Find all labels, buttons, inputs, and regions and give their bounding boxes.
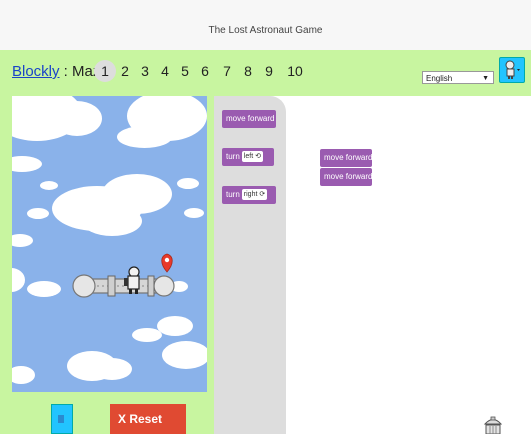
- level-7-link[interactable]: 7: [216, 60, 238, 82]
- workspace-move-forward-block[interactable]: move forward: [320, 168, 372, 186]
- run-program-button[interactable]: [51, 404, 73, 434]
- toolbox-turn-left-block[interactable]: turn left ⟲: [222, 148, 274, 166]
- level-2-link[interactable]: 2: [114, 60, 136, 82]
- chevron-down-icon: ▼: [482, 75, 489, 82]
- trash-icon: [483, 416, 503, 435]
- avatar-select-button[interactable]: [499, 57, 525, 83]
- page-header: The Lost Astronaut Game: [0, 0, 531, 50]
- level-9-link[interactable]: 9: [258, 60, 280, 82]
- level-10-link[interactable]: 10: [282, 60, 308, 82]
- trash-can-icon[interactable]: [482, 415, 504, 435]
- language-selected: English: [426, 74, 453, 83]
- level-4-link[interactable]: 4: [154, 60, 176, 82]
- astronaut-icon: [505, 60, 520, 79]
- pipe-path: [72, 274, 175, 298]
- toolbox-turn-right-block[interactable]: turn right ⟳: [222, 186, 276, 204]
- maze-path-layer: [72, 253, 175, 298]
- turn-direction-dropdown[interactable]: left ⟲: [241, 151, 263, 162]
- level-6-link[interactable]: 6: [194, 60, 216, 82]
- turn-label: turn: [226, 190, 240, 199]
- breadcrumb-separator: :: [59, 63, 73, 80]
- language-select[interactable]: English ▼: [422, 71, 494, 84]
- turn-label: turn: [226, 152, 240, 161]
- page-title: The Lost Astronaut Game: [208, 25, 323, 36]
- program-workspace[interactable]: move forward move forward: [286, 96, 531, 434]
- top-bar: Blockly : Maze 1 2 3 4 5 6 7 8 9 10 Engl…: [0, 50, 531, 96]
- level-3-link[interactable]: 3: [134, 60, 156, 82]
- level-1-link[interactable]: 1: [94, 60, 116, 82]
- turn-direction-dropdown[interactable]: right ⟳: [241, 189, 268, 200]
- map-marker-icon: [161, 253, 173, 273]
- level-5-link[interactable]: 5: [174, 60, 196, 82]
- toolbox-move-forward-block[interactable]: move forward: [222, 110, 276, 128]
- reset-button[interactable]: X Reset: [110, 404, 186, 434]
- maze-display: [12, 96, 207, 392]
- block-toolbox: move forward turn left ⟲ turn right ⟳: [214, 96, 286, 434]
- level-8-link[interactable]: 8: [237, 60, 259, 82]
- workspace-move-forward-block[interactable]: move forward: [320, 149, 372, 167]
- play-icon: [58, 415, 64, 423]
- blockly-link[interactable]: Blockly: [12, 63, 60, 80]
